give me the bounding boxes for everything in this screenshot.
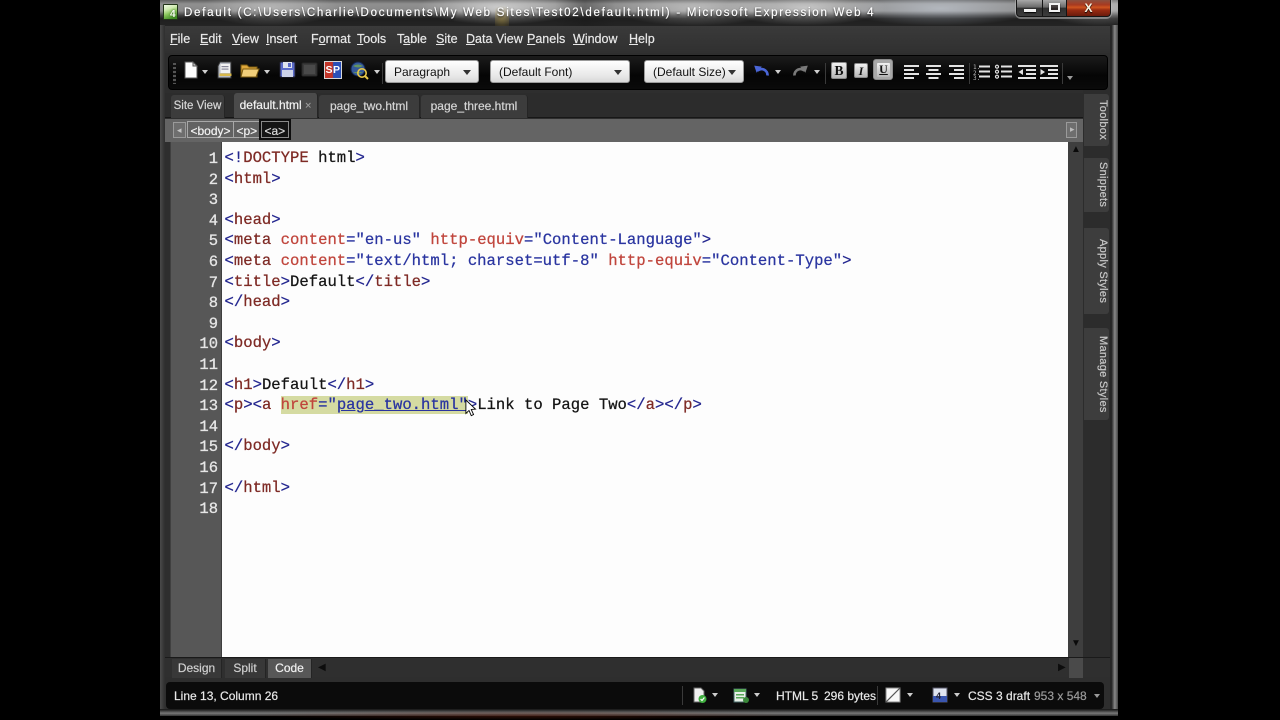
svg-text:3.: 3. <box>973 75 980 80</box>
svg-text:4: 4 <box>936 691 941 701</box>
